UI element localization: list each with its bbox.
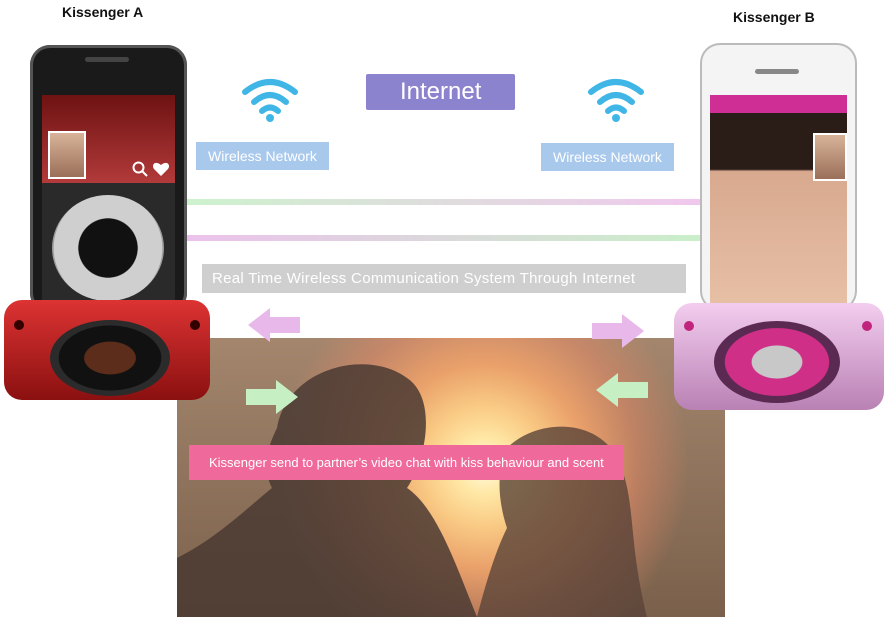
indicator-dot	[14, 320, 24, 330]
kissenger-b-device	[674, 303, 884, 410]
control-wheel[interactable]	[52, 195, 164, 301]
communication-system-label: Real Time Wireless Communication System …	[202, 264, 686, 293]
wifi-icon	[588, 79, 644, 122]
indicator-dot	[684, 321, 694, 331]
wireless-network-label-right: Wireless Network	[541, 143, 674, 171]
wifi-icon	[242, 79, 298, 122]
internet-label: Internet	[366, 74, 516, 110]
indicator-dot	[862, 321, 872, 331]
lip-sensor-a	[50, 320, 170, 396]
indicator-dot	[190, 320, 200, 330]
speaker	[755, 69, 799, 74]
app-header	[42, 95, 175, 183]
phone-b	[700, 43, 857, 311]
connection-line-top	[186, 199, 702, 205]
arrow-right-green	[246, 380, 298, 414]
heart-icon[interactable]	[152, 161, 170, 177]
caption-label: Kissenger send to partner’s video chat w…	[189, 445, 624, 480]
avatar	[48, 131, 86, 179]
device-a-title: Kissenger A	[62, 4, 144, 20]
phone-a-screen	[42, 95, 175, 307]
speaker	[85, 57, 129, 62]
lip-sensor-b	[714, 321, 840, 403]
arrow-right-pink	[592, 314, 644, 348]
wireless-network-label-left: Wireless Network	[196, 142, 329, 170]
search-icon[interactable]	[132, 161, 148, 177]
arrow-left-pink	[248, 308, 300, 342]
avatar	[813, 133, 847, 181]
arrow-left-green	[596, 373, 648, 407]
phone-a	[30, 45, 187, 313]
app-header-bar	[710, 95, 847, 113]
kissenger-a-device	[4, 300, 210, 400]
device-b-title: Kissenger B	[733, 9, 815, 25]
phone-b-screen	[710, 95, 847, 307]
connection-line-bottom	[186, 235, 702, 241]
